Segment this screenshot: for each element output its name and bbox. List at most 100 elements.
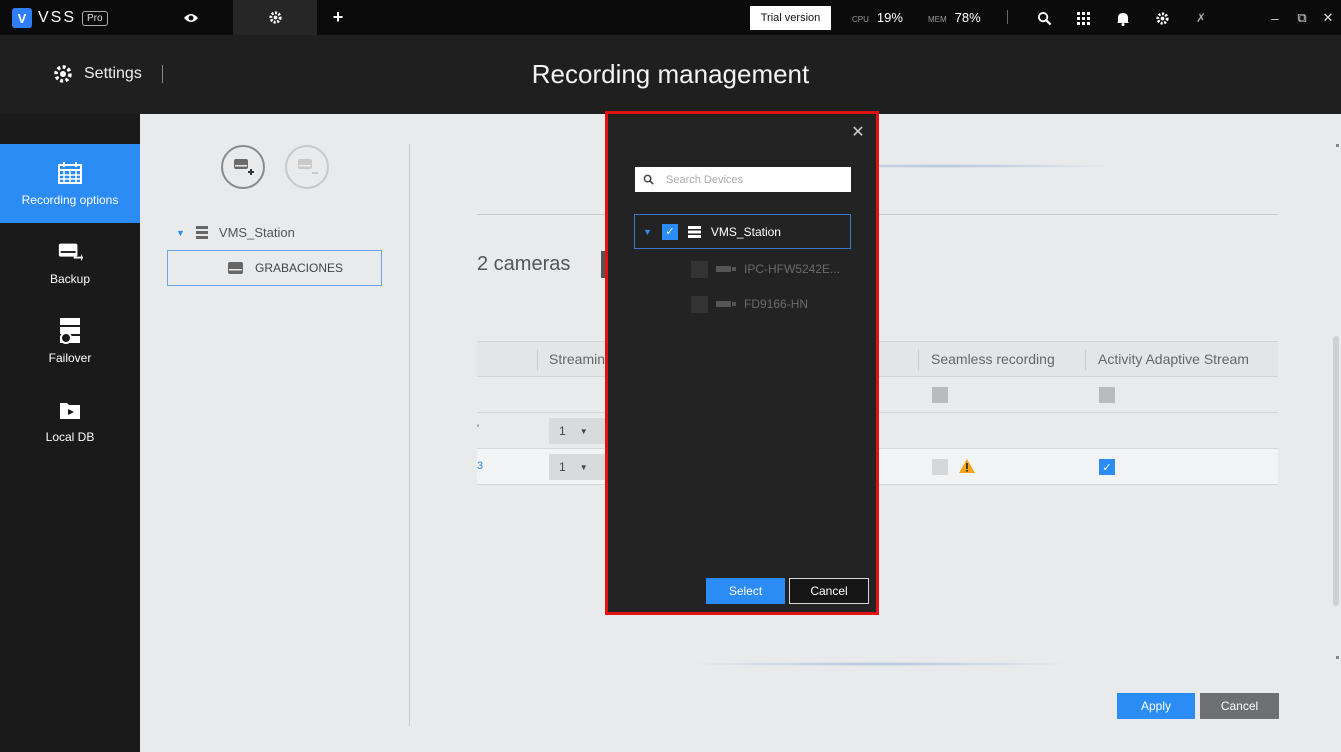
tab-settings[interactable] — [233, 0, 317, 35]
disconnect-icon[interactable]: ✗ — [1190, 7, 1212, 29]
column-header-streaming: Streamin — [549, 351, 606, 367]
device-name: FD9166-HN — [744, 297, 809, 311]
restore-icon[interactable]: ⧉ — [1293, 9, 1311, 27]
device-item[interactable]: IPC-HFW5242E... — [691, 259, 840, 279]
mem-label: MEM — [928, 15, 947, 24]
server-icon — [687, 225, 701, 238]
scroll-up-indicator[interactable] — [1336, 144, 1339, 147]
scroll-down-indicator[interactable] — [1336, 656, 1339, 659]
cancel-button[interactable]: Cancel — [1200, 693, 1279, 719]
sidebar-item-label: Recording options — [21, 192, 119, 207]
trial-version-button[interactable]: Trial version — [750, 6, 831, 30]
add-tab-button[interactable]: + — [318, 0, 358, 35]
warning-icon — [959, 459, 975, 473]
settings-gear-icon[interactable] — [1151, 7, 1173, 29]
cpu-value: 19% — [876, 10, 903, 25]
select-button[interactable]: Select — [706, 578, 785, 604]
add-storage-icon — [234, 159, 254, 175]
close-icon[interactable]: ✕ — [1319, 9, 1337, 27]
mem-value: 78% — [954, 10, 981, 25]
sidebar-item-label: Failover — [48, 350, 92, 365]
expand-arrow-icon[interactable]: ▼ — [643, 227, 652, 237]
dialog-cancel-button[interactable]: Cancel — [789, 578, 869, 604]
device-checkbox[interactable] — [691, 260, 708, 278]
device-name: IPC-HFW5242E... — [744, 262, 841, 276]
stream-select[interactable]: 1 ▼ — [549, 454, 605, 480]
stream-select-value: 1 — [559, 460, 566, 474]
column-divider — [537, 350, 538, 370]
decorative-glow — [680, 662, 1080, 666]
vivotek-logo-icon: V — [12, 8, 32, 28]
folder-video-icon — [57, 398, 83, 422]
column-divider — [918, 350, 919, 370]
remove-storage-icon — [298, 159, 318, 174]
minimize-icon[interactable]: – — [1266, 9, 1284, 27]
chevron-down-icon: ▼ — [579, 426, 588, 436]
sidebar-item-local-db[interactable]: Local DB — [0, 381, 140, 460]
column-header-activity-adaptive-stream: Activity Adaptive Stream — [1098, 351, 1249, 367]
tree-group-label: GRABACIONES — [255, 261, 344, 275]
server-icon — [195, 226, 208, 239]
topbar-divider — [1007, 10, 1008, 24]
vertical-scrollbar[interactable] — [1333, 336, 1339, 606]
expand-arrow-icon: ▼ — [176, 227, 185, 238]
device-tree-root-label: VMS_Station — [710, 224, 781, 239]
sidebar: Recording options Backup Failover Local … — [0, 114, 140, 752]
tree-root-label: VMS_Station — [218, 225, 295, 240]
cpu-usage: CPU 19% — [852, 10, 903, 25]
device-tree-root[interactable]: ▼ ✓ VMS_Station — [634, 214, 851, 249]
root-checkbox-checked[interactable]: ✓ — [661, 223, 678, 240]
bell-icon[interactable] — [1112, 7, 1134, 29]
column-divider — [1085, 350, 1086, 370]
adaptive-checkbox[interactable] — [1099, 387, 1115, 403]
backup-icon — [57, 240, 83, 264]
failover-icon — [57, 317, 83, 344]
chevron-down-icon: ▼ — [579, 462, 588, 472]
cpu-label: CPU — [852, 15, 869, 24]
sidebar-item-label: Local DB — [45, 429, 95, 444]
stream-select-value: 1 — [559, 424, 566, 438]
tree-group-grabaciones[interactable]: GRABACIONES — [167, 250, 382, 286]
sidebar-item-recording-options[interactable]: Recording options — [0, 144, 140, 223]
close-icon[interactable]: ✕ — [850, 124, 866, 141]
page-title: Recording management — [531, 59, 810, 89]
camera-icon — [716, 301, 736, 307]
edition-badge: Pro — [82, 10, 108, 26]
storage-group-icon — [228, 262, 243, 274]
add-group-button[interactable] — [221, 145, 265, 189]
eye-icon — [184, 13, 198, 22]
calendar-icon — [57, 161, 83, 185]
top-bar: V VSS Pro + Trial version CPU 19% MEM 78… — [0, 0, 1341, 35]
plus-icon: + — [332, 7, 344, 27]
search-icon — [643, 174, 654, 185]
tree-root-vms-station[interactable]: ▼ VMS_Station — [176, 225, 295, 240]
gear-icon — [268, 11, 282, 24]
seamless-checkbox[interactable] — [932, 459, 948, 475]
grid-icon[interactable] — [1072, 7, 1094, 29]
stream-select[interactable]: 1 ▼ — [549, 418, 605, 444]
page-header: Settings Recording management — [0, 35, 1341, 114]
adaptive-checkbox-checked[interactable]: ✓ — [1099, 459, 1115, 475]
remove-group-button[interactable] — [285, 145, 329, 189]
device-item[interactable]: FD9166-HN — [691, 294, 808, 314]
search-icon[interactable] — [1033, 7, 1055, 29]
panel-divider — [409, 144, 410, 726]
seamless-checkbox[interactable] — [932, 387, 948, 403]
camera-icon — [716, 266, 736, 272]
apply-button[interactable]: Apply — [1117, 693, 1195, 719]
device-checkbox[interactable] — [691, 295, 708, 313]
tab-liveview[interactable] — [150, 0, 232, 35]
row-mark: 3 — [477, 460, 484, 472]
sidebar-item-failover[interactable]: Failover — [0, 302, 140, 381]
camera-count: 2 cameras — [477, 253, 571, 275]
column-header-seamless-recording: Seamless recording — [931, 351, 1055, 367]
search-devices-input[interactable]: Search Devices — [635, 167, 851, 192]
select-devices-dialog: ✕ Search Devices ▼ ✓ VMS_Station IPC-HFW… — [605, 111, 879, 615]
app-name: VSS — [38, 9, 77, 26]
app-logo: V VSS Pro — [12, 8, 108, 28]
row-mark: ' — [477, 423, 480, 435]
sidebar-item-label: Backup — [49, 271, 91, 286]
search-placeholder: Search Devices — [666, 173, 744, 186]
sidebar-item-backup[interactable]: Backup — [0, 223, 140, 302]
memory-usage: MEM 78% — [928, 10, 981, 25]
